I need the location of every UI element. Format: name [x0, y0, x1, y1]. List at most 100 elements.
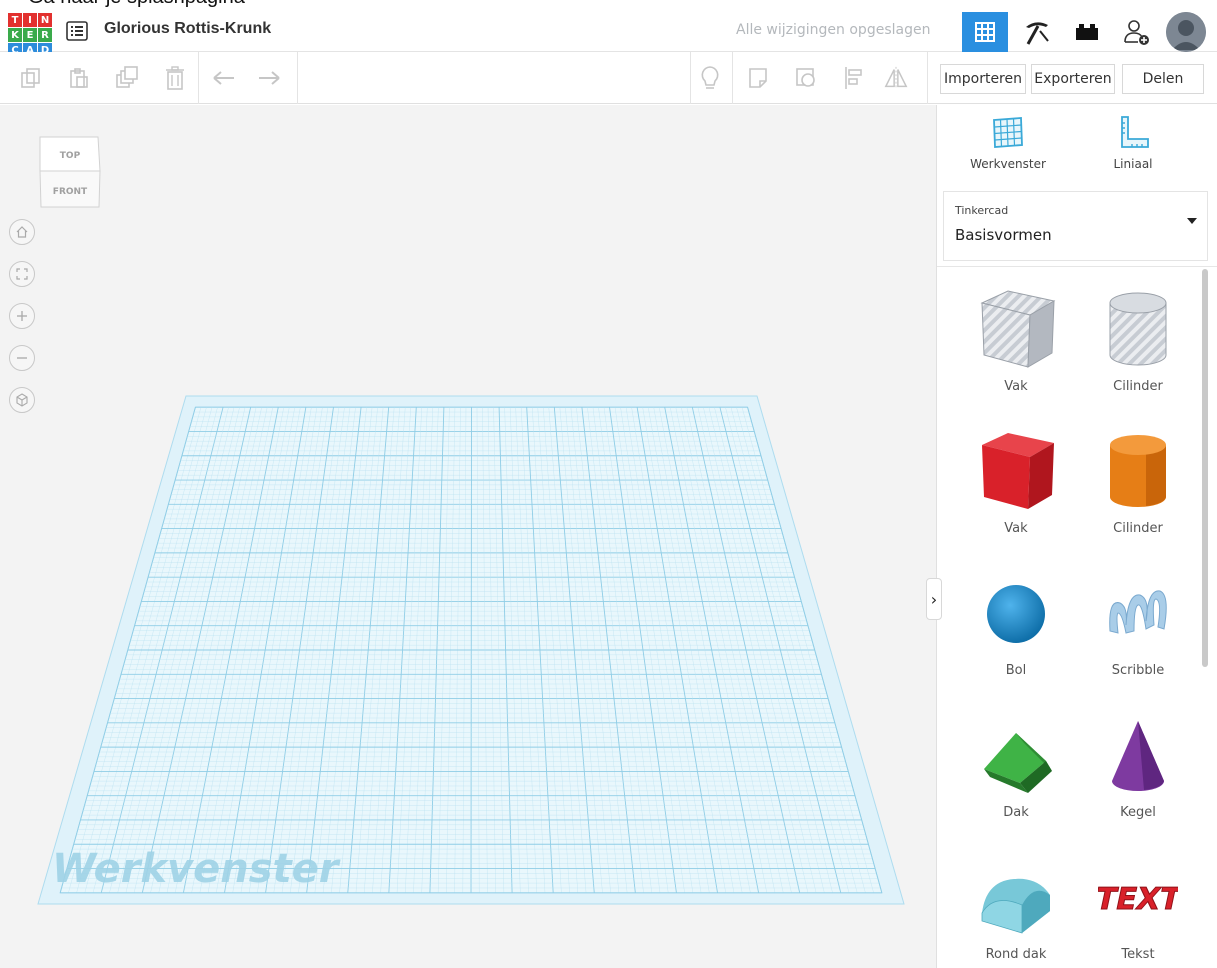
view-cube-front-label[interactable]: FRONT: [53, 187, 88, 197]
svg-text:TEXT: TEXT: [1098, 882, 1178, 917]
sphere-icon: [987, 585, 1045, 643]
shape-cylinder-hole[interactable]: Cilinder: [1078, 271, 1198, 411]
tinkercad-editor: Ga naar je splashpagina TINKERCAD Glorio…: [0, 0, 1217, 968]
round-roof-icon: [981, 878, 1050, 934]
add-user-icon: [1124, 20, 1149, 45]
shape-label: Dak: [1003, 805, 1029, 820]
collapse-panel-toggle[interactable]: ›: [926, 578, 942, 620]
shape-round-roof[interactable]: Rond dak: [956, 839, 1076, 968]
workplane-tool-label: Werkvenster: [970, 157, 1046, 171]
ruler-tool[interactable]: Liniaal: [1083, 115, 1183, 171]
duplicate-icon[interactable]: [114, 65, 140, 91]
codeblocks-button[interactable]: [1014, 12, 1060, 52]
roof-icon: [984, 733, 1052, 793]
ruler-tool-label: Liniaal: [1113, 157, 1153, 171]
shape-scribble[interactable]: Scribble: [1078, 555, 1198, 695]
caption-text: Ga naar je splashpagina: [0, 0, 1217, 12]
home-icon: [16, 226, 28, 238]
zoom-in-button[interactable]: [9, 303, 35, 329]
shapes-panel: Werkvenster Liniaal Tinkercad Basisvorme…: [936, 105, 1217, 968]
perspective-icon: [16, 393, 28, 407]
logo-letter: I: [23, 13, 37, 27]
shape-cone[interactable]: Kegel: [1078, 697, 1198, 837]
export-button[interactable]: Exporteren: [1031, 64, 1115, 94]
design-list-icon[interactable]: [66, 21, 88, 41]
home-view-button[interactable]: [9, 219, 35, 245]
library-selected: Basisvormen: [955, 226, 1052, 244]
box-hole-icon: [980, 290, 1056, 368]
shape-text[interactable]: TEXT Tekst: [1078, 839, 1198, 968]
user-avatar[interactable]: [1166, 12, 1206, 52]
zoom-in-icon: [17, 311, 27, 321]
zoom-out-icon: [17, 357, 27, 359]
3d-workspace[interactable]: Werkvenster TOP FRONT: [0, 105, 936, 968]
tinkercad-logo[interactable]: TINKERCAD: [8, 13, 52, 57]
logo-letter: N: [38, 13, 52, 27]
brick-icon: [1076, 24, 1098, 40]
top-bar: TINKERCAD Glorious Rottis-Krunk Alle wij…: [0, 12, 1217, 57]
shape-label: Vak: [1004, 521, 1028, 536]
zoom-out-button[interactable]: [9, 345, 35, 371]
mirror-icon[interactable]: [883, 65, 909, 91]
logo-letter: E: [23, 28, 37, 42]
cylinder-icon: [1110, 435, 1166, 507]
workplane-icon: [993, 117, 1023, 148]
shape-cylinder[interactable]: Cilinder: [1078, 413, 1198, 553]
fit-view-button[interactable]: [9, 261, 35, 287]
align-icon[interactable]: [840, 65, 866, 91]
shape-label: Cilinder: [1113, 379, 1163, 394]
workplane-grid[interactable]: Werkvenster: [0, 105, 936, 968]
avatar-icon: [1166, 12, 1206, 52]
shape-label: Bol: [1005, 663, 1027, 678]
library-source: Tinkercad: [955, 204, 1009, 217]
text-shape-icon: TEXT: [1098, 882, 1178, 918]
shape-box[interactable]: Vak: [956, 413, 1076, 553]
pickaxe-icon: [1026, 22, 1049, 45]
design-title[interactable]: Glorious Rottis-Krunk: [104, 20, 271, 38]
paste-icon[interactable]: [66, 65, 92, 91]
chevron-right-icon: ›: [930, 589, 938, 609]
ruler-icon: [1121, 116, 1149, 148]
view-cube-top-label[interactable]: TOP: [60, 151, 81, 161]
scrollbar-thumb[interactable]: [1202, 269, 1208, 667]
3d-view-button[interactable]: [962, 12, 1008, 52]
shape-label: Vak: [1004, 379, 1028, 394]
hide-icon[interactable]: [793, 65, 819, 91]
shape-label: Scribble: [1111, 663, 1165, 678]
panel-scrollbar[interactable]: [1200, 265, 1210, 968]
shape-sphere[interactable]: Bol: [956, 555, 1076, 695]
logo-letter: K: [8, 28, 22, 42]
shape-library-dropdown[interactable]: Tinkercad Basisvormen: [943, 191, 1208, 261]
redo-icon[interactable]: [256, 65, 282, 91]
edit-toolbar: Importeren Exporteren Delen: [0, 52, 1217, 104]
shape-label: Cilinder: [1113, 521, 1163, 536]
undo-icon[interactable]: [211, 65, 237, 91]
bricks-button[interactable]: [1064, 12, 1110, 52]
save-status: Alle wijzigingen opgeslagen: [736, 22, 931, 38]
shape-label: Tekst: [1121, 947, 1155, 962]
invite-people-button[interactable]: [1114, 12, 1160, 52]
shape-label: Kegel: [1120, 805, 1156, 820]
share-button[interactable]: Delen: [1122, 64, 1204, 94]
logo-letter: T: [8, 13, 22, 27]
shape-label: Rond dak: [985, 947, 1047, 962]
shape-box-hole[interactable]: Vak: [956, 271, 1076, 411]
shape-roof[interactable]: Dak: [956, 697, 1076, 837]
import-button[interactable]: Importeren: [940, 64, 1026, 94]
copy-icon[interactable]: [18, 65, 44, 91]
fit-view-icon: [16, 268, 28, 280]
note-icon[interactable]: [746, 65, 772, 91]
delete-icon[interactable]: [162, 65, 188, 91]
cone-icon: [1112, 721, 1164, 791]
box-icon: [982, 433, 1054, 509]
grid-icon: [975, 22, 995, 42]
workplane-watermark: Werkvenster: [52, 846, 341, 892]
workplane-tool[interactable]: Werkvenster: [958, 115, 1058, 171]
scribble-icon: [1109, 590, 1167, 634]
caret-down-icon: [1187, 218, 1197, 224]
lightbulb-icon[interactable]: [697, 65, 723, 91]
view-cube[interactable]: TOP FRONT: [36, 131, 104, 211]
cylinder-hole-icon: [1109, 292, 1167, 366]
perspective-button[interactable]: [9, 387, 35, 413]
logo-letter: R: [38, 28, 52, 42]
